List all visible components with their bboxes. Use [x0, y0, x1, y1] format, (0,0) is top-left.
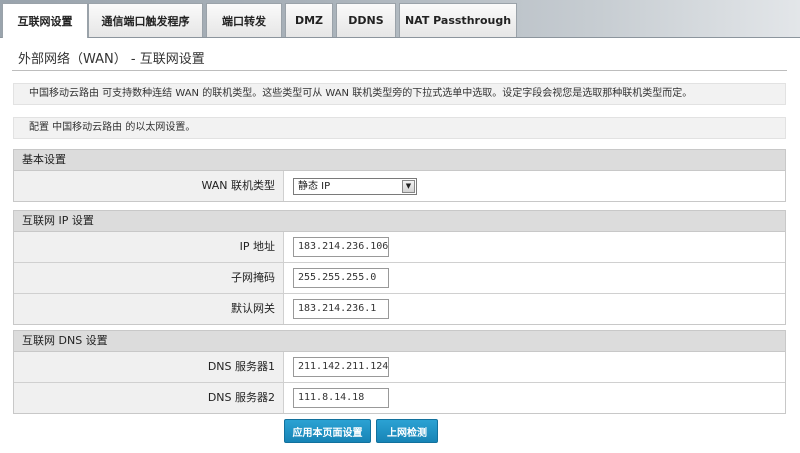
info-ethernet: 配置 中国移动云路由 的以太网设置。 — [13, 117, 786, 139]
ip-address-field[interactable]: 183.214.236.106 — [293, 237, 389, 257]
tab-nat-passthrough[interactable]: NAT Passthrough — [399, 3, 517, 37]
tab-port-triggering[interactable]: 通信端口触发程序 — [88, 3, 203, 37]
network-check-button[interactable]: 上网检测 — [376, 419, 438, 443]
internet-dns-section: 互联网 DNS 设置 DNS 服务器1 211.142.211.124 DNS … — [13, 330, 786, 414]
section-header: 互联网 DNS 设置 — [14, 331, 785, 352]
tab-internet-settings[interactable]: 互联网设置 — [2, 3, 88, 38]
dns1-field[interactable]: 211.142.211.124 — [293, 357, 389, 377]
tab-dmz[interactable]: DMZ — [285, 3, 333, 37]
dns1-row: DNS 服务器1 211.142.211.124 — [14, 352, 785, 383]
default-gateway-label: 默认网关 — [14, 294, 284, 324]
dns1-label: DNS 服务器1 — [14, 352, 284, 382]
tab-port-forwarding[interactable]: 端口转发 — [206, 3, 282, 37]
dns2-label: DNS 服务器2 — [14, 383, 284, 413]
basic-settings-section: 基本设置 WAN 联机类型 静态 IP ▼ — [13, 149, 786, 202]
default-gateway-field[interactable]: 183.214.236.1 — [293, 299, 389, 319]
wan-type-row: WAN 联机类型 静态 IP ▼ — [14, 171, 785, 201]
tab-ddns[interactable]: DDNS — [336, 3, 396, 37]
dns2-row: DNS 服务器2 111.8.14.18 — [14, 383, 785, 413]
ip-address-row: IP 地址 183.214.236.106 — [14, 232, 785, 263]
section-header: 基本设置 — [14, 150, 785, 171]
dropdown-arrow-icon[interactable]: ▼ — [402, 179, 415, 193]
wan-type-selected-value: 静态 IP — [298, 180, 331, 192]
subnet-mask-field[interactable]: 255.255.255.0 — [293, 268, 389, 288]
subnet-mask-label: 子网掩码 — [14, 263, 284, 293]
page-title: 外部网络（WAN） - 互联网设置 — [18, 52, 205, 67]
info-description: 中国移动云路由 可支持数种连结 WAN 的联机类型。这些类型可从 WAN 联机类… — [13, 83, 786, 105]
section-header: 互联网 IP 设置 — [14, 211, 785, 232]
subnet-mask-row: 子网掩码 255.255.255.0 — [14, 263, 785, 294]
tab-bar: 互联网设置 通信端口触发程序 端口转发 DMZ DDNS NAT Passthr… — [0, 0, 800, 38]
apply-settings-button[interactable]: 应用本页面设置 — [284, 419, 371, 443]
dns2-field[interactable]: 111.8.14.18 — [293, 388, 389, 408]
wan-type-select[interactable]: 静态 IP ▼ — [293, 177, 417, 195]
ip-address-label: IP 地址 — [14, 232, 284, 262]
default-gateway-row: 默认网关 183.214.236.1 — [14, 294, 785, 324]
title-divider — [12, 70, 787, 71]
wan-type-label: WAN 联机类型 — [14, 171, 284, 201]
internet-ip-section: 互联网 IP 设置 IP 地址 183.214.236.106 子网掩码 255… — [13, 210, 786, 325]
